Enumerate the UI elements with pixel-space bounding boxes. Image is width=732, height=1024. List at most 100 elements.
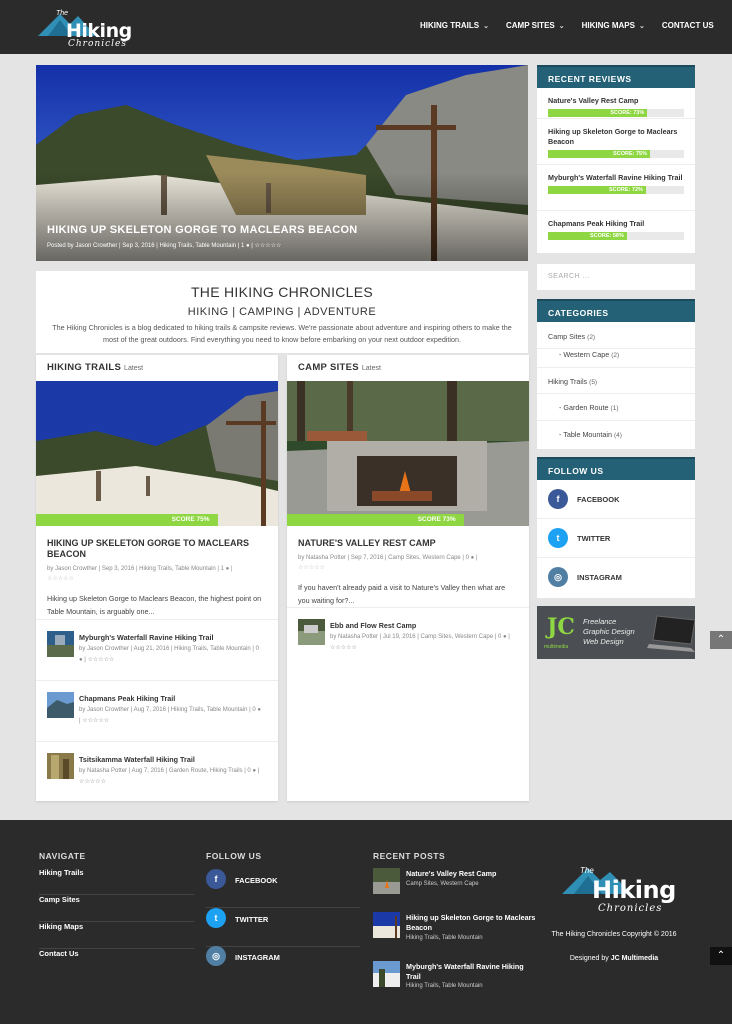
twitter-icon: t [206,908,226,928]
category-label[interactable]: - Garden Route [559,403,609,412]
nav-label: CONTACT US [661,21,714,30]
post-thumbnail[interactable]: SCORE 73% [287,381,529,526]
search-input[interactable]: SEARCH ... [537,264,695,290]
intro-text: The Hiking Chronicles is a blog dedicate… [52,323,512,344]
post-meta: Camp Sites, Western Cape [406,881,479,887]
category-item[interactable]: - Garden Route (1) [537,394,695,421]
footer-logo[interactable]: The Hiking Chronicles [558,860,680,918]
star-rating: ☆☆☆☆☆ [298,565,325,571]
footer-link[interactable]: Contact Us [39,949,194,976]
featured-post-slider[interactable]: HIKING UP SKELETON GORGE TO MACLEARS BEA… [36,65,528,261]
post-title[interactable]: NATURE'S VALLEY REST CAMP [298,538,518,549]
camp-sites-section: CAMP SITES Latest SCORE 73% NATURE'S VAL… [287,355,529,801]
category-item[interactable]: Camp Sites (2) [537,322,695,349]
logo-the: The [56,10,69,17]
category-label[interactable]: - Table Mountain [559,430,612,439]
category-count: (5) [589,379,598,386]
post-title[interactable]: Myburgh's Waterfall Ravine Hiking Trail [406,962,536,982]
post-title[interactable]: Ebb and Flow Rest Camp [330,621,515,630]
category-item[interactable]: Hiking Trails (5) [537,368,695,394]
footer-scroll-top-button[interactable]: ⌃ [710,947,732,965]
footer-facebook-link[interactable]: f FACEBOOK [206,869,360,908]
post-thumbnail[interactable] [47,692,74,718]
social-label: INSTAGRAM [235,953,280,962]
post-thumbnail[interactable] [373,912,400,938]
category-label[interactable]: Camp Sites [548,332,585,341]
designer-link[interactable]: JC Multimedia [611,955,658,962]
widget-heading: RECENT REVIEWS [537,65,695,88]
category-item[interactable]: - Table Mountain (4) [537,421,695,447]
section-heading: CAMP SITES Latest [287,355,529,381]
list-item[interactable]: Myburgh's Waterfall Ravine Hiking Trail … [36,619,278,680]
footer-heading: RECENT POSTS [373,851,446,861]
post-thumbnail[interactable] [298,619,325,645]
post-title[interactable]: Hiking up Skeleton Gorge to Maclears Bea… [406,913,536,933]
hero-post-title[interactable]: HIKING UP SKELETON GORGE TO MACLEARS BEA… [47,224,358,236]
designed-by-text: Designed by JC Multimedia [548,955,680,962]
review-title[interactable]: Chapmans Peak Hiking Trail [548,219,684,229]
post-thumbnail[interactable] [47,631,74,657]
social-label: TWITTER [235,915,269,924]
list-item[interactable]: Chapmans Peak Hiking Trail by Jason Crow… [36,680,278,741]
post-thumbnail[interactable] [373,868,400,894]
category-count: (2) [587,334,596,341]
review-item[interactable]: Nature's Valley Rest Camp SCORE: 73% [537,88,695,119]
review-item[interactable]: Myburgh's Waterfall Ravine Hiking Trail … [537,165,695,211]
review-title[interactable]: Myburgh's Waterfall Ravine Hiking Trail [548,173,684,183]
footer-heading: NAVIGATE [39,851,86,861]
footer-twitter-link[interactable]: t TWITTER [206,908,360,947]
category-item[interactable]: - Western Cape (2) [537,349,695,368]
list-item[interactable]: Tsitsikamma Waterfall Hiking Trail by Na… [36,741,278,802]
jc-multimedia-ad[interactable]: JC multimedia Freelance Graphic Design W… [537,606,695,659]
post-thumbnail[interactable]: SCORE 75% [36,381,278,526]
review-title[interactable]: Nature's Valley Rest Camp [548,96,684,106]
recent-post-item[interactable]: Myburgh's Waterfall Ravine Hiking Trail … [373,961,538,1007]
list-item[interactable]: Ebb and Flow Rest Camp by Natasha Potter… [287,607,529,668]
post-title[interactable]: Tsitsikamma Waterfall Hiking Trail [79,755,264,764]
category-label[interactable]: - Western Cape [559,350,609,359]
campfire-image [287,381,529,526]
review-item[interactable]: Hiking up Skeleton Gorge to Maclears Bea… [537,119,695,165]
footer-link[interactable]: Camp Sites [39,895,194,922]
facebook-icon: f [548,489,568,509]
recent-post-item[interactable]: Nature's Valley Rest Camp Camp Sites, We… [373,868,538,914]
intro-box: THE HIKING CHRONICLES HIKING | CAMPING |… [36,271,528,353]
site-logo[interactable]: The Hiking Chronicles [38,6,142,50]
nav-hiking-maps[interactable]: HIKING MAPS ⌄ [582,21,645,30]
facebook-link[interactable]: f FACEBOOK [537,480,695,519]
section-title[interactable]: HIKING TRAILS [47,362,121,373]
post-title[interactable]: HIKING UP SKELETON GORGE TO MACLEARS BEA… [47,538,267,560]
post-thumbnail[interactable] [373,961,400,987]
logo-title: Hiking [592,876,676,904]
designed-prefix: Designed by [569,955,611,962]
nav-label: CAMP SITES [505,21,555,30]
post-title[interactable]: Nature's Valley Rest Camp [406,869,536,879]
post-title[interactable]: Chapmans Peak Hiking Trail [79,694,264,703]
footer-instagram-link[interactable]: ◎ INSTAGRAM [206,946,360,985]
ad-text: Freelance Graphic Design Web Design [583,617,635,647]
section-heading: HIKING TRAILS Latest [36,355,278,381]
nav-camp-sites[interactable]: CAMP SITES ⌄ [506,21,565,30]
section-title[interactable]: CAMP SITES [298,362,359,373]
review-title[interactable]: Hiking up Skeleton Gorge to Maclears Bea… [548,127,684,147]
score-bar: SCORE: 73% [548,109,684,117]
nav-contact-us[interactable]: CONTACT US [662,21,714,30]
categories-widget: CATEGORIES Camp Sites (2) - Western Cape… [537,299,695,449]
instagram-icon: ◎ [548,567,568,587]
review-item[interactable]: Chapmans Peak Hiking Trail SCORE: 58% [537,211,695,247]
post-meta: Hiking Trails, Table Mountain [406,935,483,941]
score-bar: SCORE 73% [287,514,464,526]
post-list: Myburgh's Waterfall Ravine Hiking Trail … [36,619,278,802]
category-label[interactable]: Hiking Trails [548,377,587,386]
post-thumbnail[interactable] [47,753,74,779]
footer-link[interactable]: Hiking Trails [39,868,194,895]
post-title[interactable]: Myburgh's Waterfall Ravine Hiking Trail [79,633,264,642]
scroll-top-button[interactable]: ⌃ [710,631,732,649]
recent-post-item[interactable]: Hiking up Skeleton Gorge to Maclears Bea… [373,912,538,958]
instagram-link[interactable]: ◎ INSTAGRAM [537,558,695,597]
post-meta: by Natasha Potter | Aug 7, 2016 | Garden… [79,768,260,785]
nav-hiking-trails[interactable]: HIKING TRAILS ⌄ [420,21,489,30]
nav-label: HIKING TRAILS [420,21,480,30]
twitter-link[interactable]: t TWITTER [537,519,695,558]
footer-link[interactable]: Hiking Maps [39,922,194,949]
